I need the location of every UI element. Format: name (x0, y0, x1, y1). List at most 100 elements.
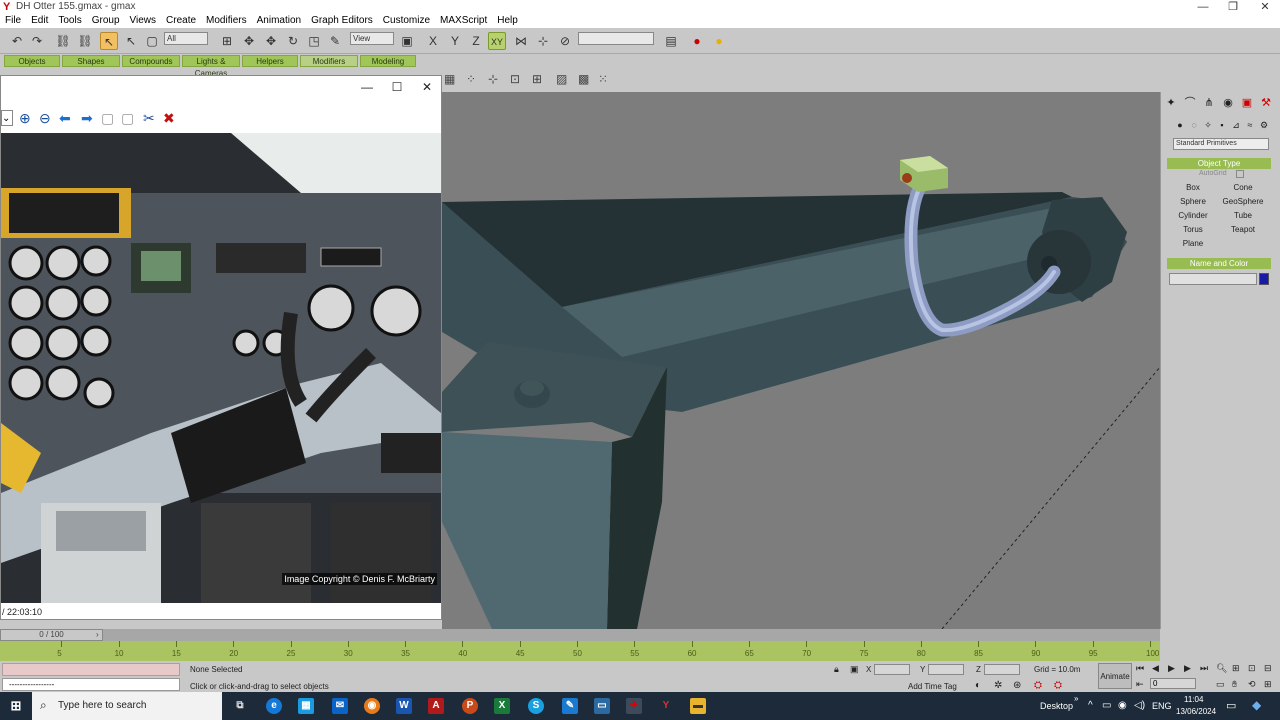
paste-icon[interactable]: ▢ (121, 110, 134, 126)
cone-button[interactable]: Cone (1219, 182, 1267, 194)
x-coord-field[interactable] (874, 664, 910, 675)
tab-shapes[interactable]: Shapes (62, 55, 120, 67)
select-object-icon[interactable]: ↖ (100, 32, 118, 50)
next-frame-icon[interactable]: ▶ (1184, 663, 1191, 674)
file-explorer-icon[interactable]: ▬ (690, 698, 706, 714)
move-icon[interactable]: ✥ (240, 32, 258, 50)
systems-icon[interactable]: ⚙ (1257, 118, 1271, 132)
goto-end-icon[interactable]: ⏭ (1200, 663, 1208, 674)
sketch-icon[interactable]: ✎ (562, 698, 578, 714)
firefox-icon[interactable]: ◉ (364, 698, 380, 714)
redo-icon[interactable]: ↷ (28, 32, 46, 50)
face-icon[interactable]: ⊡ (510, 72, 520, 86)
autogrid-checkbox[interactable] (1236, 170, 1244, 178)
word-icon[interactable]: W (396, 698, 412, 714)
render-icon[interactable]: ● (710, 32, 728, 50)
select-by-name-icon[interactable]: ↖ (122, 32, 140, 50)
plane-button[interactable]: Plane (1169, 238, 1217, 250)
remote-desktop-icon[interactable]: ▭ (594, 698, 610, 714)
edge-browser-icon[interactable]: e (266, 698, 282, 714)
maxscript-mini-listener[interactable] (2, 663, 180, 676)
task-view-icon[interactable]: ⧉ (232, 698, 248, 714)
move-alt-icon[interactable]: ✥ (262, 32, 280, 50)
create-tab-icon[interactable]: ✦ (1164, 96, 1178, 110)
add-time-tag[interactable]: Add Time Tag (908, 682, 957, 691)
undo-icon[interactable]: ↶ (8, 32, 26, 50)
skype-icon[interactable]: S (528, 698, 544, 714)
delete-icon[interactable]: ✖ (163, 110, 175, 126)
menu-modifiers[interactable]: Modifiers (206, 14, 247, 28)
animate-button[interactable]: Animate (1098, 663, 1132, 689)
selection-filter-dropdown[interactable]: All (164, 32, 208, 45)
forward-arrow-icon[interactable]: ➡ (81, 110, 93, 126)
angle-snap-icon[interactable]: ⊛ (1013, 680, 1021, 691)
tube-button[interactable]: Tube (1219, 210, 1267, 222)
tab-compounds[interactable]: Compounds (122, 55, 180, 67)
track-view-icon[interactable]: ▤ (662, 32, 680, 50)
maximize-viewport-icon[interactable]: ⊞ (1264, 679, 1272, 690)
vertex-icon[interactable]: ⁘ (466, 72, 476, 86)
geometry-icon[interactable]: ● (1173, 118, 1187, 132)
tab-lights-cameras[interactable]: Lights & Cameras (182, 55, 240, 78)
zoom-in-icon[interactable]: ⊕ (19, 110, 31, 126)
current-frame-field[interactable]: 0 (1150, 678, 1196, 689)
region-zoom-icon[interactable]: ▭ (1216, 679, 1225, 690)
object-name-field[interactable] (1169, 273, 1257, 285)
maxscript-listener-input[interactable]: ----------------- (2, 678, 180, 691)
restrict-z-icon[interactable]: Z (467, 32, 485, 50)
tools-icon[interactable]: ✂ (143, 110, 155, 126)
flight-sim-icon[interactable]: ✈ (626, 698, 642, 714)
taskbar-search-box[interactable]: ⌕ Type here to search (32, 692, 222, 720)
desktop-toolbar[interactable]: Desktop (1040, 701, 1073, 711)
reference-coord-dropdown[interactable]: View (350, 32, 394, 45)
mail-icon[interactable]: ✉ (332, 698, 348, 714)
region-select-icon[interactable]: ▢ (143, 32, 161, 50)
store-icon[interactable]: ▦ (298, 698, 314, 714)
cylinder-button[interactable]: Cylinder (1169, 210, 1217, 222)
snap-toggle-icon[interactable]: ✲ (994, 680, 1002, 691)
scale-icon[interactable]: ◳ (305, 32, 323, 50)
zoom-extents-all-icon[interactable]: ⊟ (1264, 663, 1272, 674)
unlink-icon[interactable]: ⛓ (76, 32, 94, 50)
key-mode-icon[interactable]: ◐ (975, 680, 981, 691)
align-icon[interactable]: ⊹ (534, 32, 552, 50)
menu-group[interactable]: Group (92, 14, 120, 28)
lights-icon[interactable]: ✧ (1201, 118, 1215, 132)
excel-icon[interactable]: X (494, 698, 510, 714)
zoom-out-icon[interactable]: ⊖ (39, 110, 51, 126)
minimize-button[interactable]: — (1188, 0, 1218, 14)
mesh-icon[interactable]: ⁙ (598, 72, 608, 86)
pivot-icon[interactable]: ▣ (398, 32, 416, 50)
snap-icon[interactable]: ✎ (326, 32, 344, 50)
lock-icon[interactable]: 🔒︎ (834, 664, 839, 675)
checker-icon[interactable]: ▩ (578, 72, 589, 86)
image-close-button[interactable]: ✕ (413, 78, 441, 96)
volume-icon[interactable]: ◁) (1134, 700, 1145, 711)
tab-modifiers[interactable]: Modifiers (300, 55, 358, 67)
hierarchy-tab-icon[interactable]: ⋔ (1202, 96, 1216, 110)
back-arrow-icon[interactable]: ⬅ (59, 110, 71, 126)
gmax-taskbar-icon[interactable]: Y (658, 698, 674, 714)
acrobat-icon[interactable]: A (428, 698, 444, 714)
tray-overflow-icon[interactable]: ^ (1088, 700, 1093, 711)
menu-animation[interactable]: Animation (257, 14, 301, 28)
key-mode-toggle-icon[interactable]: ⇤ (1136, 679, 1144, 690)
time-slider[interactable]: 0 / 100 (0, 629, 103, 641)
polygon-icon[interactable]: ⊞ (532, 72, 542, 86)
edge-icon[interactable]: ⊹ (488, 72, 498, 86)
zoom-all-icon[interactable]: ⊞ (1232, 663, 1240, 674)
teapot-button[interactable]: Teapot (1219, 224, 1267, 236)
clock-time[interactable]: 11:04 (1184, 695, 1203, 704)
modify-tab-icon[interactable]: ⌒ (1183, 96, 1197, 110)
menu-maxscript[interactable]: MAXScript (440, 14, 487, 28)
language-indicator[interactable]: ENG (1152, 701, 1172, 711)
sphere-button[interactable]: Sphere (1169, 196, 1217, 208)
tab-helpers[interactable]: Helpers (242, 55, 298, 67)
copy-icon[interactable]: ▢ (101, 110, 114, 126)
slider-next-icon[interactable]: › (96, 630, 99, 639)
menu-file[interactable]: File (5, 14, 21, 28)
object-color-swatch[interactable] (1259, 273, 1269, 285)
perspective-viewport[interactable] (442, 92, 1160, 629)
material-editor-icon[interactable]: ● (688, 32, 706, 50)
widget-icon[interactable]: ◆ (1252, 698, 1261, 712)
